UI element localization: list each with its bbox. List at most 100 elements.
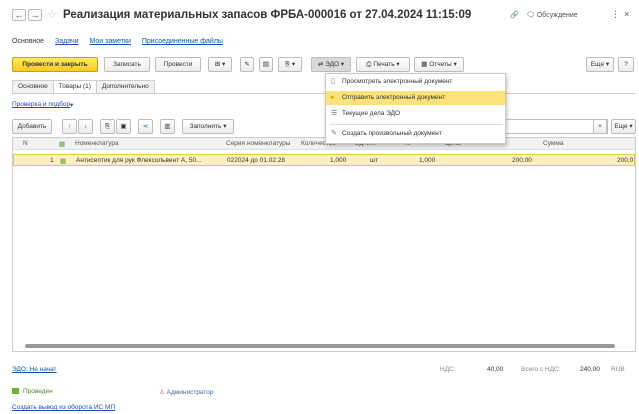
goods-more-label: Еще [614, 123, 628, 130]
fill-label: Заполнить [189, 123, 222, 130]
create-icon: ✎ [331, 130, 337, 137]
dt-kt-icon[interactable]: ✎ [240, 57, 254, 72]
edo-button[interactable]: ⇄ ЭДО ▾ [311, 57, 351, 72]
menu-label-tasks: Текущие дела ЭДО [342, 110, 401, 117]
discuss-label: Обсуждение [536, 12, 578, 19]
menu-separator [330, 124, 503, 125]
posted-icon [12, 388, 19, 395]
window-titlebar: ← → ☆ Реализация материальных запасов ФР… [0, 0, 639, 30]
total-label: Всего с НДС: [521, 366, 561, 373]
check-and-select-link[interactable]: Проверка и подбор [12, 101, 70, 108]
move-down-icon[interactable]: ↓ [78, 119, 93, 134]
document-tabs: Основное Товары (1) Дополнительно [12, 80, 155, 94]
menu-item-edo-tasks[interactable]: ☰ Текущие дела ЭДО [326, 107, 505, 121]
status-label: Проведен [23, 388, 53, 395]
print-label: Печать [373, 61, 395, 68]
col-sum[interactable]: Сумма [543, 140, 563, 147]
nav-tab-tasks[interactable]: Задачи [55, 38, 79, 45]
col-item-icon: ▦ [59, 141, 66, 148]
clear-search-icon[interactable]: × [593, 119, 607, 134]
status-indicator: Проведен [12, 388, 53, 395]
send-icon: ▸ [331, 94, 335, 101]
reports-icon: ▦ [421, 61, 428, 68]
create-withdrawal-link[interactable]: Создать вывод из оборота ИС МП [12, 404, 115, 411]
author-label: Администратор [166, 389, 214, 396]
tab-additional[interactable]: Дополнительно [95, 80, 155, 93]
chat-icon: 🗨 [526, 12, 535, 19]
back-icon[interactable]: ← [12, 9, 26, 21]
vat-label: НДС: [440, 366, 456, 373]
cell-k: 1,000 [419, 157, 436, 164]
printer-icon: ⎙ [366, 61, 372, 68]
col-item[interactable]: Номенклатура [75, 140, 119, 147]
barcode-icon[interactable]: ▥ [160, 119, 175, 134]
total-value: 240,00 [580, 366, 600, 373]
reports-label: Отчеты [429, 61, 452, 68]
vat-value: 40,00 [487, 366, 504, 373]
user-icon: ♙ [159, 389, 165, 396]
check-dropdown-icon[interactable]: ▾ [70, 101, 73, 109]
menu-item-view-edoc[interactable]: ▯ Просмотреть электронный документ [326, 75, 505, 89]
post-button[interactable]: Провести [155, 57, 201, 72]
tasks-icon: ☰ [331, 110, 338, 117]
favorite-star-icon[interactable]: ☆ [47, 8, 57, 21]
save-button[interactable]: Записать [104, 57, 150, 72]
reports-button[interactable]: ▦ Отчеты ▾ [414, 57, 464, 72]
paste-icon[interactable]: ▣ [116, 119, 131, 134]
menu-label-send: Отправить электронный документ [342, 94, 446, 101]
edo-icon: ⇄ [317, 61, 324, 68]
edo-status-link[interactable]: ЭДО: Не начат [12, 366, 57, 373]
nav-tab-notes[interactable]: Мои заметки [90, 38, 131, 45]
close-icon[interactable]: × [624, 9, 629, 19]
menu-item-send-edoc[interactable]: ▸ Отправить электронный документ [326, 91, 505, 105]
scroll-thumb[interactable] [25, 344, 615, 348]
goods-table[interactable]: N ▦ Номенклатура Серия номенклатуры Коли… [12, 137, 636, 352]
horizontal-scrollbar[interactable] [17, 343, 629, 349]
cell-unit: шт [370, 157, 379, 164]
print-button[interactable]: ⎙ Печать ▾ [356, 57, 410, 72]
menu-label-create: Создать произвольный документ [342, 130, 442, 137]
cell-price: 200,00 [512, 157, 532, 164]
move-up-icon[interactable]: ↑ [62, 119, 77, 134]
tab-goods[interactable]: Товары (1) [52, 80, 97, 93]
cell-qty: 1,000 [330, 157, 347, 164]
tabs-divider [12, 93, 636, 94]
more-button[interactable]: Еще ▾ [586, 57, 614, 72]
tab-main[interactable]: Основное [12, 80, 54, 93]
nav-tab-main[interactable]: Основное [12, 38, 44, 45]
structure-icon[interactable]: ▤ [259, 57, 273, 72]
edo-label: ЭДО [325, 61, 340, 68]
cell-series: 022024 до 01.02.28 [227, 157, 286, 164]
cell-sum: 200,0 [617, 157, 634, 164]
goods-more-button[interactable]: Еще ▾ [611, 119, 636, 134]
col-n[interactable]: N [23, 140, 28, 147]
col-series[interactable]: Серия номенклатуры [226, 140, 290, 147]
fill-button[interactable]: Заполнить ▾ [182, 119, 234, 134]
more-label: Еще [590, 61, 605, 68]
copy-icon[interactable]: ⎘ [100, 119, 115, 134]
attach-icon[interactable]: ⎘ ▾ [278, 57, 302, 72]
document-icon: ▯ [331, 78, 335, 85]
help-button[interactable]: ? [618, 57, 634, 72]
form-navigation: Основное Задачи Мои заметки Присоединенн… [12, 38, 232, 45]
document-title: Реализация материальных запасов ФРБА-000… [63, 9, 472, 21]
menu-label-view: Просмотреть электронный документ [342, 78, 453, 85]
menu-item-create-doc[interactable]: ✎ Создать произвольный документ [326, 127, 505, 141]
create-based-icon[interactable]: ⊞ ▾ [208, 57, 232, 72]
item-type-icon: ▦ [60, 158, 67, 165]
currency: RUB [611, 366, 625, 373]
table-row[interactable]: 1 ▦ Антисептик для рук Флексольвент А, 5… [13, 154, 635, 166]
author: ♙ Администратор [159, 388, 214, 396]
command-bar: Провести и закрыть Записать Провести ⊞ ▾… [0, 57, 639, 73]
discuss-button[interactable]: 🗨 Обсуждение [526, 11, 578, 19]
share-icon[interactable]: ⋖ [138, 119, 153, 134]
link-icon[interactable]: 🔗 [510, 11, 519, 19]
more-menu-icon[interactable]: ⋮ [611, 9, 620, 20]
forward-icon[interactable]: → [28, 9, 42, 21]
cell-n: 1 [50, 157, 54, 164]
cell-item: Антисептик для рук Флексольвент А, 50... [76, 157, 202, 164]
add-row-button[interactable]: Добавить [12, 119, 52, 134]
post-and-close-button[interactable]: Провести и закрыть [12, 57, 98, 72]
edo-dropdown-menu: ▯ Просмотреть электронный документ ▸ Отп… [325, 73, 506, 144]
nav-tab-files[interactable]: Присоединенные файлы [142, 38, 223, 45]
